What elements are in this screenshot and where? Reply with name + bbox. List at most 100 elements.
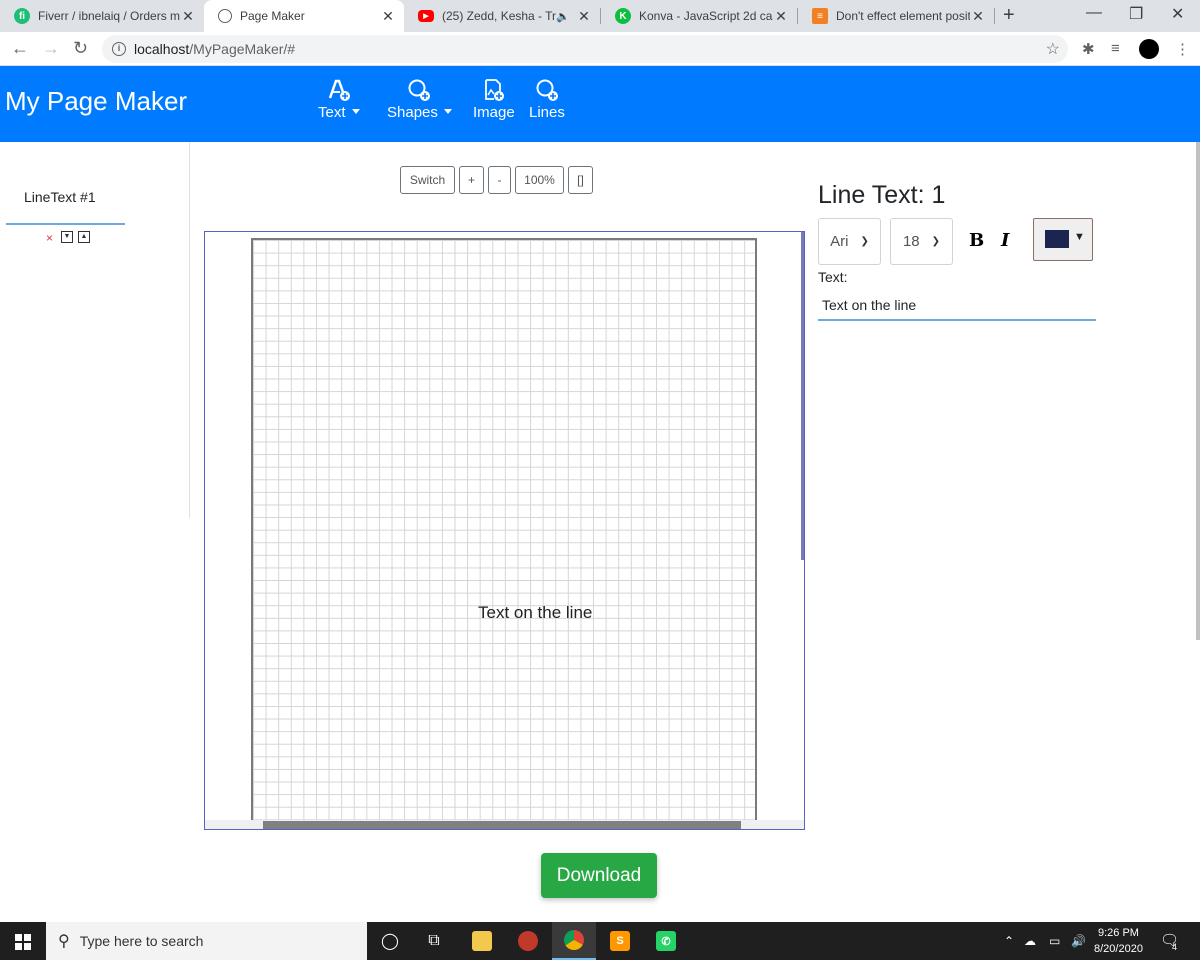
address-bar[interactable]: i localhost /MyPageMaker/# ☆ (102, 35, 1068, 63)
move-layer-up-icon[interactable]: ▲ (78, 231, 90, 243)
layers-panel: LineText #1 × ▼ ▲ (0, 142, 190, 518)
chevron-down-icon: ❯ (860, 236, 869, 247)
window-close-icon[interactable]: ✕ (1171, 4, 1184, 24)
font-size-value: 18 (902, 233, 920, 250)
menu-lines[interactable]: Lines (529, 78, 565, 121)
stackoverflow-icon: ≡ (812, 8, 828, 24)
menu-image-label: Image (473, 104, 515, 121)
vertical-scrollbar[interactable] (801, 232, 804, 560)
text-field-label: Text: (818, 269, 848, 285)
browser-tab-active[interactable]: Page Maker ✕ (204, 0, 404, 32)
add-image-icon (484, 79, 504, 101)
konva-icon: K (615, 8, 631, 24)
media-control-icon[interactable]: ≡ (1111, 40, 1120, 57)
windows-start-icon[interactable] (15, 934, 31, 950)
tab-title: Fiverr / ibnelaiq / Orders ma (38, 9, 180, 23)
zoom-level-button[interactable]: 100% (515, 166, 564, 194)
switch-button[interactable]: Switch (400, 166, 455, 194)
menu-image[interactable]: Image (473, 78, 515, 121)
tab-title: (25) Zedd, Kesha - True (442, 9, 557, 23)
add-text-icon (328, 79, 350, 101)
add-line-icon (536, 79, 558, 101)
close-icon[interactable]: ✕ (380, 8, 396, 25)
menu-text-label: Text (318, 104, 346, 121)
menu-shapes[interactable]: Shapes (387, 78, 452, 121)
move-layer-down-icon[interactable]: ▼ (61, 231, 73, 243)
clock-time: 9:26 PM (1097, 927, 1139, 939)
new-tab-icon[interactable]: + (1003, 4, 1015, 27)
bold-button[interactable]: B (969, 230, 984, 251)
canvas-stage[interactable]: Text on the line (204, 231, 805, 830)
italic-button[interactable]: I (1001, 230, 1009, 251)
restore-icon[interactable]: ❐ (1129, 4, 1143, 24)
windows-taskbar: ⚲ Type here to search ◯ ⧉ S ✆ ⌃ ☁ ▭ 🔊 9:… (0, 922, 1200, 960)
line-text-input[interactable] (818, 290, 1096, 321)
display-icon[interactable]: ▭ (1049, 934, 1060, 948)
bookmark-star-icon[interactable]: ☆ (1046, 39, 1060, 59)
globe-icon (218, 9, 232, 23)
color-swatch (1045, 230, 1069, 248)
close-icon[interactable]: ✕ (576, 8, 592, 25)
extensions-icon[interactable]: ✱ (1082, 40, 1095, 58)
paint-icon[interactable] (506, 922, 550, 960)
site-info-icon[interactable]: i (112, 42, 126, 56)
clock-date: 8/20/2020 (1094, 943, 1143, 955)
url-path: /MyPageMaker/# (189, 41, 296, 57)
speaker-icon[interactable]: 🔈 (556, 10, 570, 23)
cortana-icon[interactable]: ◯ (368, 922, 412, 960)
taskbar-search[interactable]: ⚲ Type here to search (46, 922, 367, 960)
tab-title: Don't effect element positio (836, 9, 970, 23)
file-explorer-icon[interactable] (460, 922, 504, 960)
caret-down-icon: ▼ (1074, 231, 1085, 243)
add-shape-icon (408, 79, 431, 101)
browser-tab[interactable]: fi Fiverr / ibnelaiq / Orders ma ✕ (0, 0, 204, 32)
app-brand[interactable]: My Page Maker (5, 86, 187, 117)
browser-toolbar: ← → ↻ i localhost /MyPageMaker/# ☆ ✱ ≡ ⋮ (0, 32, 1200, 66)
browser-tab[interactable]: ≡ Don't effect element positio ✕ (798, 0, 994, 32)
notification-count: 4 (1172, 942, 1178, 952)
layer-item-label[interactable]: LineText #1 (24, 189, 96, 205)
close-icon[interactable]: ✕ (180, 8, 196, 25)
canvas-line-text[interactable]: Text on the line (478, 603, 592, 623)
tab-title: Page Maker (240, 9, 305, 23)
horizontal-scrollbar-thumb[interactable] (263, 821, 741, 829)
page-scrollbar[interactable] (1196, 142, 1200, 640)
profile-avatar[interactable] (1139, 39, 1159, 59)
menu-shapes-label: Shapes (387, 104, 438, 121)
menu-lines-label: Lines (529, 104, 565, 121)
reload-icon[interactable]: ↻ (73, 38, 88, 59)
browser-tab[interactable]: ▶ (25) Zedd, Kesha - True 🔈 ✕ (404, 0, 600, 32)
back-icon[interactable]: ← (11, 38, 29, 59)
menu-text[interactable]: Text (318, 78, 360, 121)
color-picker-button[interactable]: ▼ (1033, 218, 1093, 261)
layer-underline (6, 223, 125, 225)
chevron-down-icon: ❯ (931, 236, 941, 247)
minimize-icon[interactable]: — (1086, 4, 1102, 22)
properties-title: Line Text: 1 (818, 181, 946, 209)
zoom-in-button[interactable]: + (459, 166, 484, 194)
font-size-select[interactable]: 18 ❯ (890, 218, 953, 265)
whatsapp-icon[interactable]: ✆ (644, 922, 688, 960)
tray-chevron-up-icon[interactable]: ⌃ (1004, 934, 1014, 948)
browser-tab-strip: fi Fiverr / ibnelaiq / Orders ma ✕ Page … (0, 0, 1200, 32)
close-icon[interactable]: ✕ (970, 8, 986, 25)
volume-icon[interactable]: 🔊 (1071, 934, 1086, 948)
fit-page-button[interactable]: [] (568, 166, 593, 194)
delete-layer-icon[interactable]: × (46, 231, 53, 245)
download-button[interactable]: Download (541, 853, 657, 898)
chrome-icon[interactable] (552, 922, 596, 960)
network-icon[interactable]: ☁ (1024, 934, 1036, 948)
close-icon[interactable]: ✕ (773, 8, 789, 25)
chevron-down-icon (351, 109, 360, 114)
browser-tab[interactable]: K Konva - JavaScript 2d canva ✕ (601, 0, 797, 32)
sublime-text-icon[interactable]: S (598, 922, 642, 960)
search-placeholder: Type here to search (79, 933, 204, 949)
url-host: localhost (134, 41, 190, 57)
chrome-menu-icon[interactable]: ⋮ (1175, 40, 1190, 58)
forward-icon[interactable]: → (42, 38, 60, 59)
task-view-icon[interactable]: ⧉ (412, 922, 456, 960)
system-clock[interactable]: 9:26 PM 8/20/2020 (1094, 925, 1143, 957)
font-family-select[interactable]: Ari ❯ (818, 218, 881, 265)
zoom-out-button[interactable]: - (488, 166, 511, 194)
grid-page[interactable]: Text on the line (251, 238, 757, 828)
